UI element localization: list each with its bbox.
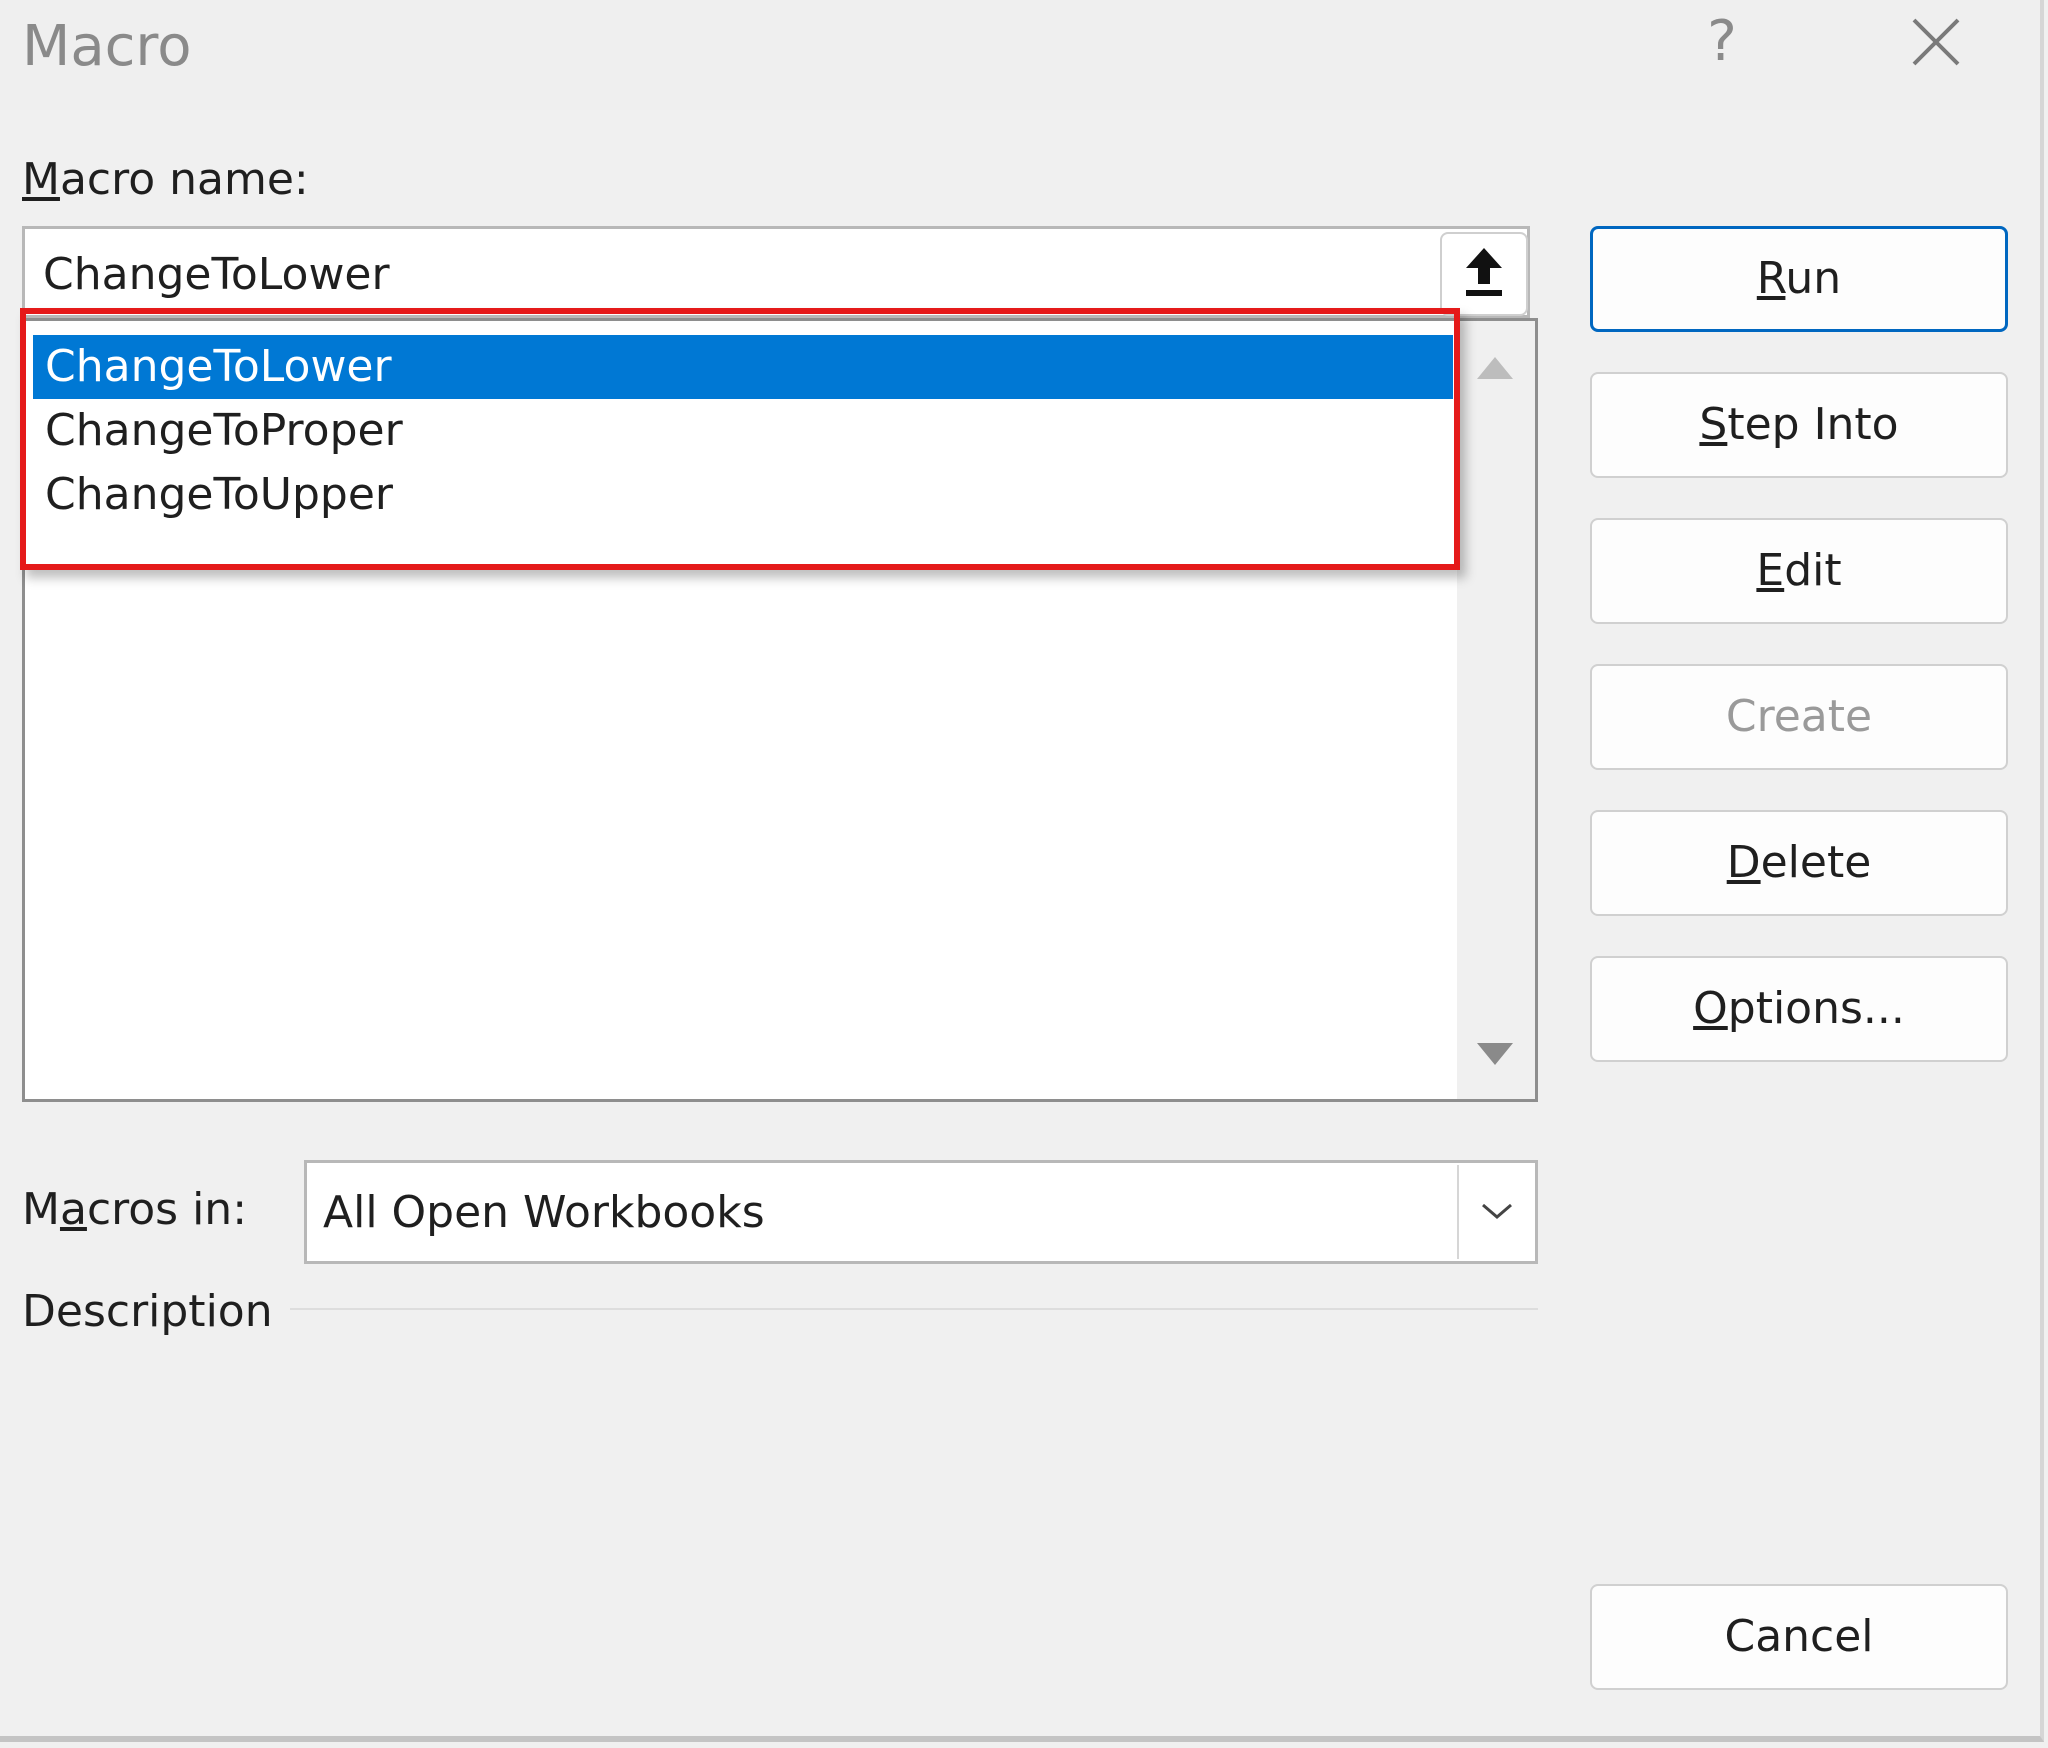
macro-list-item[interactable]: ChangeToLower: [33, 335, 1453, 399]
delete-button[interactable]: Delete: [1590, 810, 2008, 916]
macro-name-input[interactable]: ChangeToLower: [22, 226, 1530, 318]
list-scrollbar[interactable]: [1457, 321, 1535, 1099]
chevron-down-icon: [1482, 1203, 1512, 1219]
cancel-button[interactable]: Cancel: [1590, 1584, 2008, 1690]
scroll-up-arrow-icon[interactable]: [1477, 357, 1513, 379]
dialog-title: Macro: [22, 14, 192, 79]
macro-list[interactable]: ChangeToLower ChangeToProper ChangeToUpper: [22, 318, 1538, 1102]
macros-in-selected-value: All Open Workbooks: [323, 1187, 765, 1238]
macro-list-item[interactable]: ChangeToProper: [33, 399, 1453, 463]
help-icon[interactable]: ?: [1700, 10, 1744, 74]
step-into-button[interactable]: Step Into: [1590, 372, 2008, 478]
edit-button[interactable]: Edit: [1590, 518, 2008, 624]
scroll-down-arrow-icon[interactable]: [1477, 1043, 1513, 1065]
macro-name-value: ChangeToLower: [43, 249, 390, 300]
title-bar: Macro ?: [0, 0, 2040, 110]
close-icon[interactable]: [1908, 14, 1964, 70]
create-button: Create: [1590, 664, 2008, 770]
macros-in-label: Macros in:: [22, 1184, 248, 1235]
description-divider: [290, 1308, 1538, 1310]
upload-arrow-icon: [1466, 248, 1502, 296]
macro-list-item[interactable]: ChangeToUpper: [33, 463, 1453, 527]
description-label: Description: [22, 1286, 273, 1337]
options-button[interactable]: Options...: [1590, 956, 2008, 1062]
macro-name-label: Macro name:: [22, 154, 309, 205]
run-button[interactable]: Run: [1590, 226, 2008, 332]
macros-in-select[interactable]: All Open Workbooks: [304, 1160, 1538, 1264]
dropdown-toggle[interactable]: [1457, 1165, 1535, 1259]
macro-dialog: Macro ? Macro name: ChangeToLower Change…: [0, 0, 2044, 1742]
collapse-dialog-button[interactable]: [1440, 232, 1528, 316]
